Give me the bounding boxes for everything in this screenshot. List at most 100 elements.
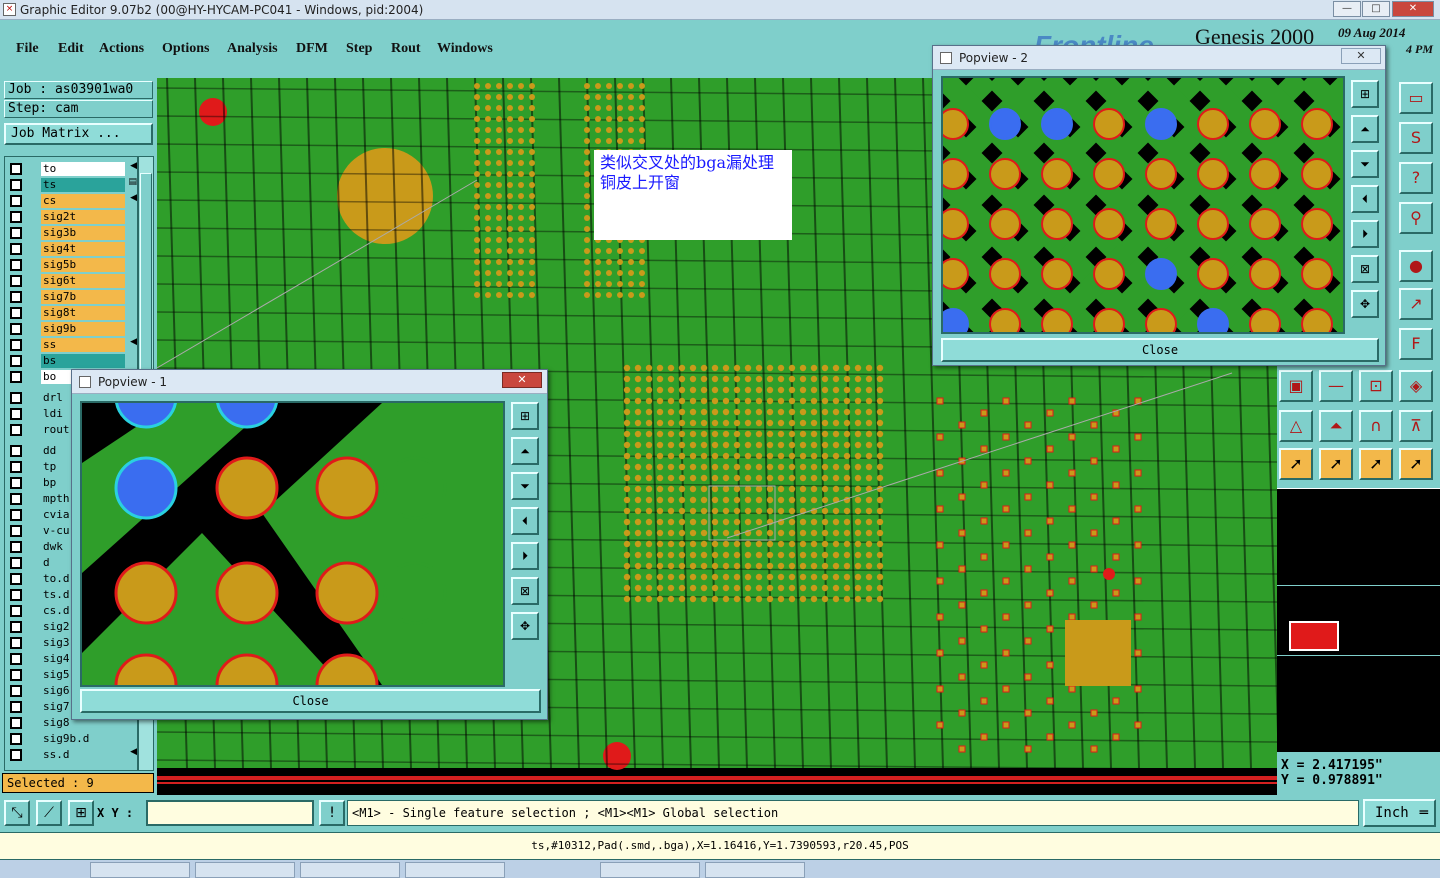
layer-row[interactable]: cs ◀ xyxy=(5,193,137,209)
pv-right-icon[interactable]: ⏵ xyxy=(1351,220,1379,248)
menu-step[interactable]: Step xyxy=(346,41,372,57)
triangle-up-icon[interactable]: ⏶ xyxy=(1319,410,1353,442)
layer-checkbox[interactable] xyxy=(10,259,22,271)
layer-checkbox[interactable] xyxy=(10,493,22,505)
angle-icon[interactable]: ⊼ xyxy=(1399,410,1433,442)
line-icon[interactable]: — xyxy=(1319,370,1353,402)
layer-checkbox[interactable] xyxy=(10,685,22,697)
add-feature-icon[interactable]: ▣ xyxy=(1279,370,1313,402)
taskbar-item[interactable] xyxy=(600,862,700,878)
layer-checkbox[interactable] xyxy=(10,424,22,436)
layer-checkbox[interactable] xyxy=(10,275,22,287)
layer-row[interactable]: ss ◀ xyxy=(5,337,137,353)
grid-icon[interactable]: ⊞ xyxy=(68,800,94,826)
alert-icon[interactable]: ! xyxy=(319,800,345,826)
layer-name[interactable]: ts xyxy=(41,178,125,192)
layer-name[interactable]: sig7b xyxy=(41,290,125,304)
layer-checkbox[interactable] xyxy=(10,509,22,521)
layer-checkbox[interactable] xyxy=(10,637,22,649)
snap-icon[interactable]: S xyxy=(1399,122,1433,154)
pv-pan-icon[interactable]: ✥ xyxy=(1351,290,1379,318)
layer-checkbox[interactable] xyxy=(10,163,22,175)
unit-select[interactable]: Inch ═ xyxy=(1363,799,1436,827)
measure-icon[interactable]: ⟋ xyxy=(36,800,62,826)
maximize-button[interactable]: □ xyxy=(1362,1,1390,17)
taskbar-item[interactable] xyxy=(705,862,805,878)
layer-checkbox[interactable] xyxy=(10,227,22,239)
pv-fit-icon[interactable]: ⊠ xyxy=(511,577,539,605)
pv-pan-icon[interactable]: ✥ xyxy=(511,612,539,640)
layer-checkbox[interactable] xyxy=(10,701,22,713)
shapes-icon[interactable]: ◈ xyxy=(1399,370,1433,402)
layer-row[interactable]: sig2t xyxy=(5,209,137,225)
layer-checkbox[interactable] xyxy=(10,392,22,404)
layer-checkbox[interactable] xyxy=(10,749,22,761)
layer-checkbox[interactable] xyxy=(10,211,22,223)
layer-name[interactable]: sig5b xyxy=(41,258,125,272)
layer-row[interactable]: bs xyxy=(5,353,137,369)
layer-checkbox[interactable] xyxy=(10,589,22,601)
popview-1-close-button[interactable]: Close xyxy=(80,689,541,713)
layer-checkbox[interactable] xyxy=(10,339,22,351)
job-matrix-button[interactable]: Job Matrix ... xyxy=(4,123,153,145)
layer-name[interactable]: sig6t xyxy=(41,274,125,288)
layer-checkbox[interactable] xyxy=(10,307,22,319)
layer-name[interactable]: sig8t xyxy=(41,306,125,320)
pointer-circle-icon[interactable]: ➚ xyxy=(1359,448,1393,480)
taskbar-item[interactable] xyxy=(300,862,400,878)
layer-row[interactable]: sig9b.d xyxy=(5,731,137,747)
layer-checkbox[interactable] xyxy=(10,573,22,585)
layer-checkbox[interactable] xyxy=(10,653,22,665)
popview-1-close-icon[interactable]: ✕ xyxy=(502,372,542,388)
xy-input[interactable] xyxy=(146,800,314,826)
layer-name[interactable]: sig3b xyxy=(41,226,125,240)
taskbar-item[interactable] xyxy=(405,862,505,878)
layer-checkbox[interactable] xyxy=(10,355,22,367)
menu-file[interactable]: File xyxy=(16,41,39,57)
zoom-fit-icon[interactable]: ▭ xyxy=(1399,82,1433,114)
layer-checkbox[interactable] xyxy=(10,605,22,617)
layer-row[interactable]: sig6t xyxy=(5,273,137,289)
layer-checkbox[interactable] xyxy=(10,733,22,745)
layer-row[interactable]: sig3b xyxy=(5,225,137,241)
minimap[interactable] xyxy=(1277,488,1440,752)
menu-actions[interactable]: Actions xyxy=(99,41,144,57)
layer-checkbox[interactable] xyxy=(10,195,22,207)
layer-name[interactable]: sig9b.d xyxy=(41,732,125,746)
pv-down-icon[interactable]: ⏷ xyxy=(1351,150,1379,178)
layer-name[interactable]: sig9b xyxy=(41,322,125,336)
layer-row[interactable]: sig7b xyxy=(5,289,137,305)
layer-checkbox[interactable] xyxy=(10,408,22,420)
layer-checkbox[interactable] xyxy=(10,291,22,303)
pad-icon[interactable]: ● xyxy=(1399,250,1433,282)
layer-checkbox[interactable] xyxy=(10,461,22,473)
layer-checkbox[interactable] xyxy=(10,445,22,457)
minimap-viewport[interactable] xyxy=(1289,621,1339,651)
pointer-path-icon[interactable]: ➚ xyxy=(1399,448,1433,480)
menu-analysis[interactable]: Analysis xyxy=(227,41,278,57)
layer-name[interactable]: ss xyxy=(41,338,125,352)
pv-up-icon[interactable]: ⏶ xyxy=(511,437,539,465)
menu-edit[interactable]: Edit xyxy=(58,41,84,57)
layer-checkbox[interactable] xyxy=(10,371,22,383)
popview-2-viewport[interactable] xyxy=(941,76,1345,334)
layer-checkbox[interactable] xyxy=(10,557,22,569)
layer-checkbox[interactable] xyxy=(10,525,22,537)
layer-name[interactable]: sig2t xyxy=(41,210,125,224)
layer-row[interactable]: ss.d ◀ xyxy=(5,747,137,763)
pv-up-icon[interactable]: ⏶ xyxy=(1351,115,1379,143)
help-icon[interactable]: ? xyxy=(1399,162,1433,194)
layer-name[interactable]: bs xyxy=(41,354,125,368)
menu-options[interactable]: Options xyxy=(162,41,209,57)
minimize-button[interactable]: — xyxy=(1333,1,1361,17)
layer-checkbox[interactable] xyxy=(10,541,22,553)
layer-checkbox[interactable] xyxy=(10,477,22,489)
layer-checkbox[interactable] xyxy=(10,717,22,729)
pv-left-icon[interactable]: ⏴ xyxy=(511,507,539,535)
layer-row[interactable]: to ◀ xyxy=(5,161,137,177)
taskbar-item[interactable] xyxy=(90,862,190,878)
layer-name[interactable]: sig4t xyxy=(41,242,125,256)
pv-zoom-icon[interactable]: ⊞ xyxy=(1351,80,1379,108)
layer-checkbox[interactable] xyxy=(10,179,22,191)
dimension-icon[interactable]: ⊡ xyxy=(1359,370,1393,402)
